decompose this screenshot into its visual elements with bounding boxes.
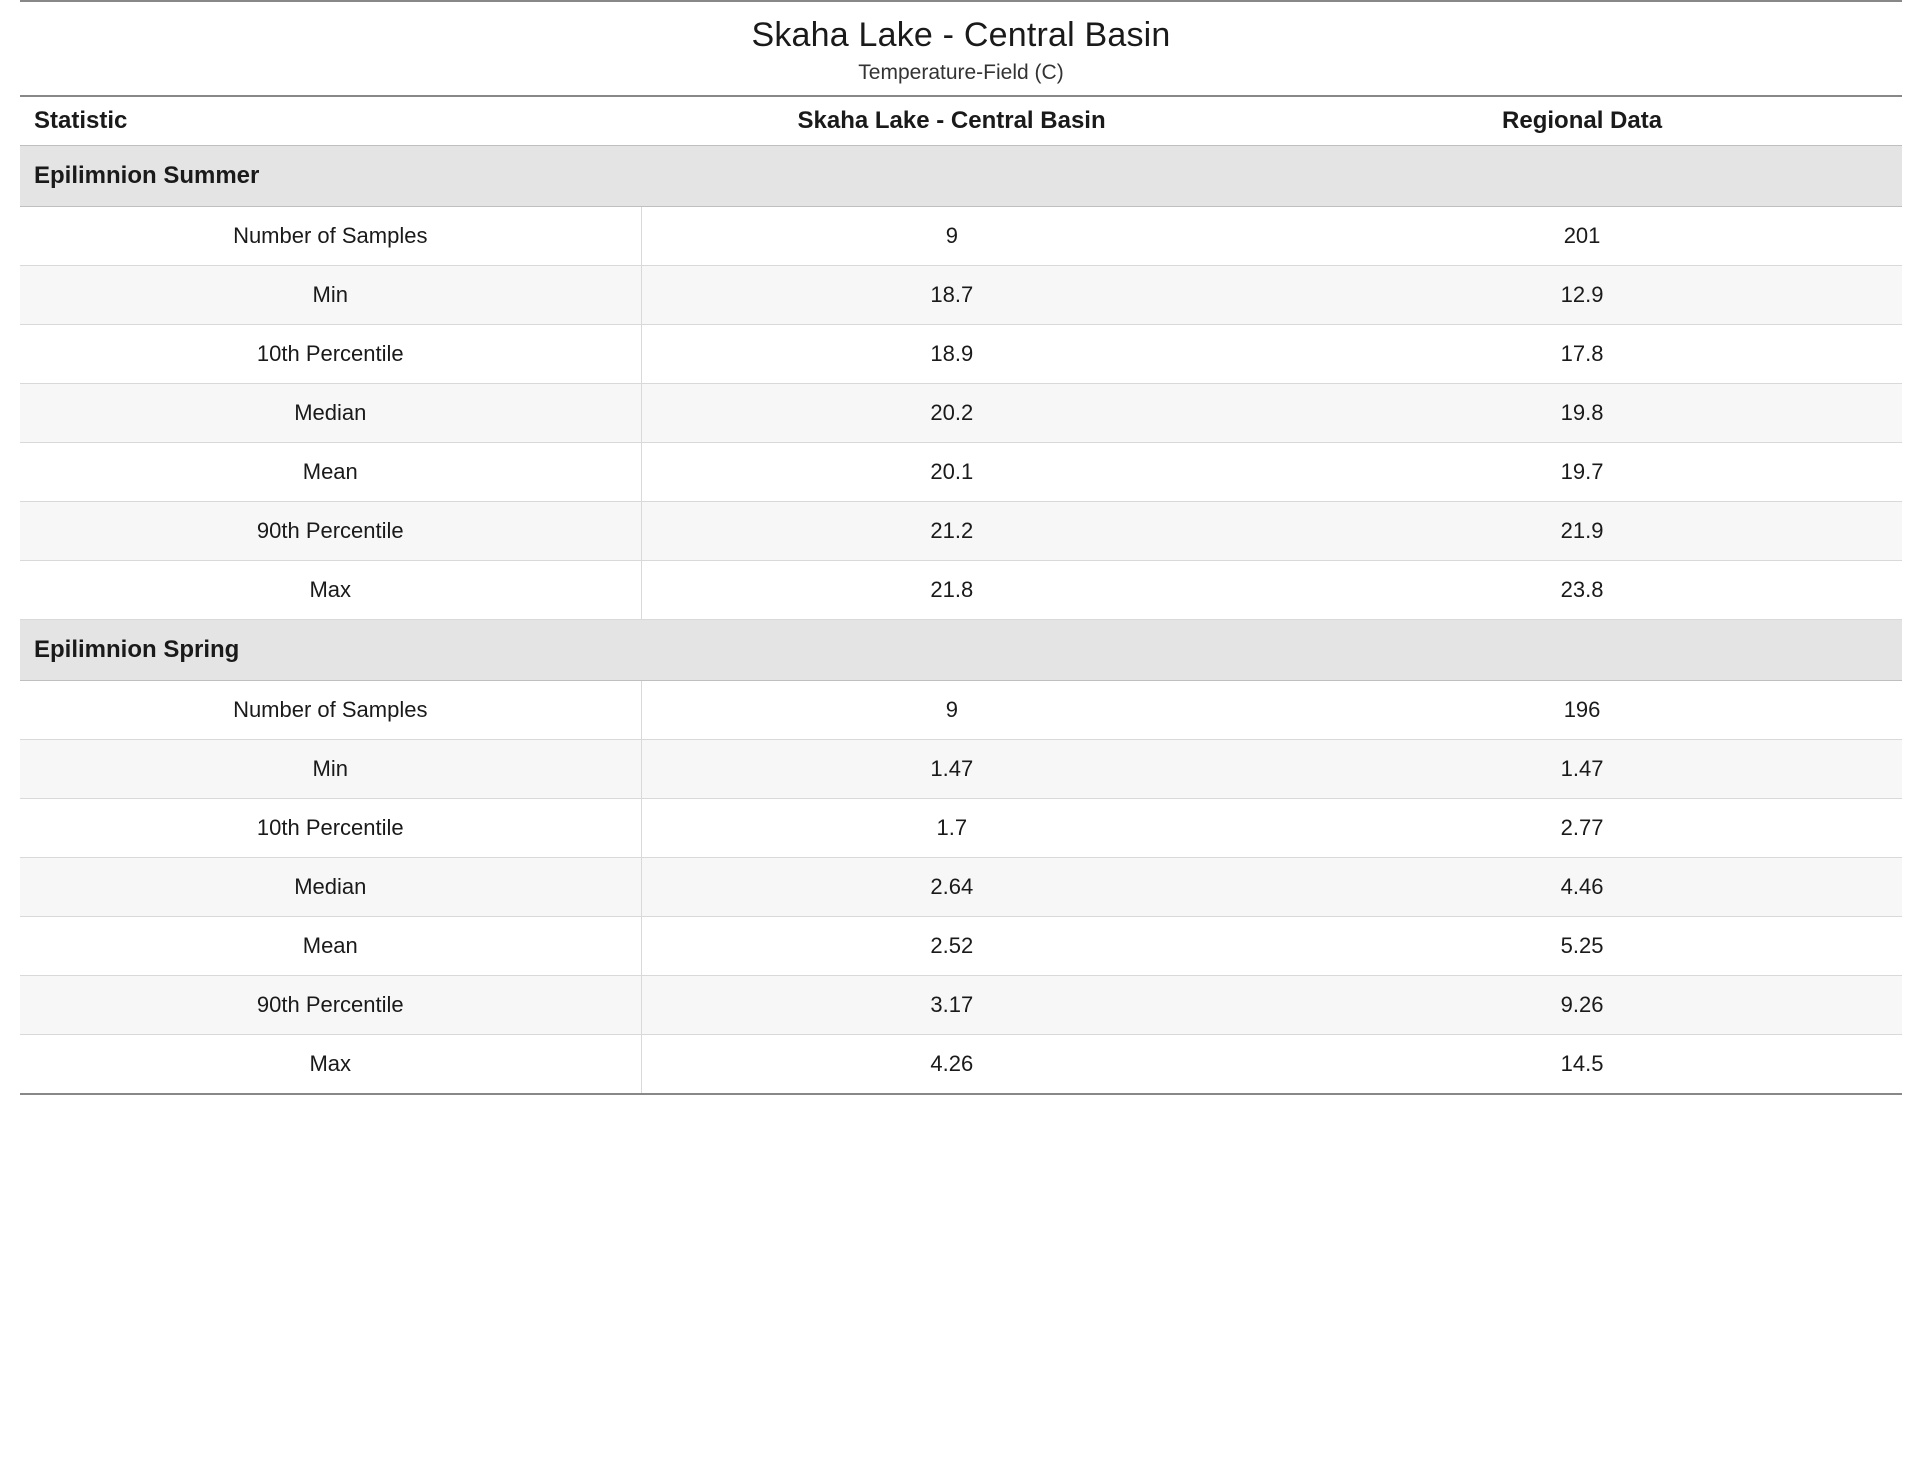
- stat-name: 10th Percentile: [20, 799, 641, 858]
- page-title: Skaha Lake - Central Basin: [20, 16, 1902, 55]
- region-value: 14.5: [1262, 1035, 1902, 1095]
- stats-table: Statistic Skaha Lake - Central Basin Reg…: [20, 95, 1902, 1095]
- stat-name: Mean: [20, 443, 641, 502]
- table-row: Number of Samples 9 196: [20, 681, 1902, 740]
- stat-name: Min: [20, 266, 641, 325]
- col-header-site: Skaha Lake - Central Basin: [641, 96, 1262, 146]
- stat-name: 10th Percentile: [20, 325, 641, 384]
- stat-name: Max: [20, 561, 641, 620]
- site-value: 3.17: [641, 976, 1262, 1035]
- section-title: Epilimnion Spring: [20, 620, 1902, 681]
- section-header: Epilimnion Spring: [20, 620, 1902, 681]
- section-epilimnion-summer: Epilimnion Summer Number of Samples 9 20…: [20, 146, 1902, 620]
- stat-name: Number of Samples: [20, 207, 641, 266]
- site-value: 18.7: [641, 266, 1262, 325]
- stat-name: Median: [20, 858, 641, 917]
- table-header-row: Statistic Skaha Lake - Central Basin Reg…: [20, 96, 1902, 146]
- region-value: 196: [1262, 681, 1902, 740]
- site-value: 20.1: [641, 443, 1262, 502]
- site-value: 2.52: [641, 917, 1262, 976]
- table-row: 90th Percentile 21.2 21.9: [20, 502, 1902, 561]
- stat-name: Number of Samples: [20, 681, 641, 740]
- section-title: Epilimnion Summer: [20, 146, 1902, 207]
- section-header: Epilimnion Summer: [20, 146, 1902, 207]
- site-value: 4.26: [641, 1035, 1262, 1095]
- region-value: 12.9: [1262, 266, 1902, 325]
- table-row: Mean 20.1 19.7: [20, 443, 1902, 502]
- region-value: 19.8: [1262, 384, 1902, 443]
- col-header-region: Regional Data: [1262, 96, 1902, 146]
- section-epilimnion-spring: Epilimnion Spring Number of Samples 9 19…: [20, 620, 1902, 1095]
- table-row: Min 18.7 12.9: [20, 266, 1902, 325]
- region-value: 5.25: [1262, 917, 1902, 976]
- table-row: Median 20.2 19.8: [20, 384, 1902, 443]
- stat-name: 90th Percentile: [20, 976, 641, 1035]
- site-value: 9: [641, 681, 1262, 740]
- table-row: Min 1.47 1.47: [20, 740, 1902, 799]
- site-value: 21.8: [641, 561, 1262, 620]
- col-header-statistic: Statistic: [20, 96, 641, 146]
- region-value: 21.9: [1262, 502, 1902, 561]
- region-value: 19.7: [1262, 443, 1902, 502]
- region-value: 23.8: [1262, 561, 1902, 620]
- stat-name: Mean: [20, 917, 641, 976]
- table-row: Mean 2.52 5.25: [20, 917, 1902, 976]
- site-value: 1.47: [641, 740, 1262, 799]
- site-value: 9: [641, 207, 1262, 266]
- table-row: 10th Percentile 1.7 2.77: [20, 799, 1902, 858]
- stat-name: Median: [20, 384, 641, 443]
- region-value: 201: [1262, 207, 1902, 266]
- table-row: Number of Samples 9 201: [20, 207, 1902, 266]
- site-value: 18.9: [641, 325, 1262, 384]
- region-value: 1.47: [1262, 740, 1902, 799]
- table-row: Median 2.64 4.46: [20, 858, 1902, 917]
- site-value: 20.2: [641, 384, 1262, 443]
- table-row: 90th Percentile 3.17 9.26: [20, 976, 1902, 1035]
- site-value: 21.2: [641, 502, 1262, 561]
- region-value: 9.26: [1262, 976, 1902, 1035]
- region-value: 4.46: [1262, 858, 1902, 917]
- table-row: 10th Percentile 18.9 17.8: [20, 325, 1902, 384]
- title-block: Skaha Lake - Central Basin Temperature-F…: [20, 2, 1902, 95]
- stat-name: Min: [20, 740, 641, 799]
- stat-name: Max: [20, 1035, 641, 1095]
- table-row: Max 21.8 23.8: [20, 561, 1902, 620]
- stat-name: 90th Percentile: [20, 502, 641, 561]
- region-value: 17.8: [1262, 325, 1902, 384]
- table-row: Max 4.26 14.5: [20, 1035, 1902, 1095]
- site-value: 2.64: [641, 858, 1262, 917]
- region-value: 2.77: [1262, 799, 1902, 858]
- page-subtitle: Temperature-Field (C): [20, 61, 1902, 85]
- site-value: 1.7: [641, 799, 1262, 858]
